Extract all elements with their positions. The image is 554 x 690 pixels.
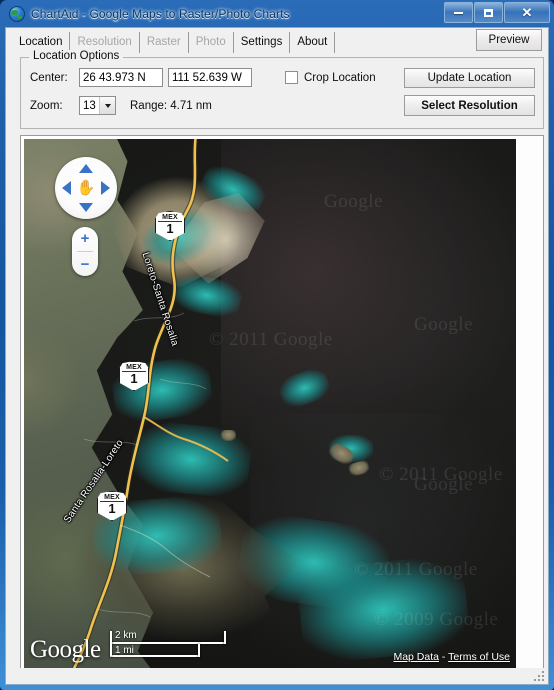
tab-resolution-label: Resolution xyxy=(77,36,132,48)
google-logo: Google xyxy=(30,636,101,663)
route-shield-route: MEX xyxy=(162,213,178,221)
center-label: Center: xyxy=(30,72,68,84)
satellite-imagery: Google © 2011 Google Google © 2011 Googl… xyxy=(24,139,516,668)
tab-photo-label: Photo xyxy=(195,36,226,48)
scale-km-label: 2 km xyxy=(115,630,137,641)
window-frame: ChartAid - Google Maps to Raster/Photo C… xyxy=(0,0,554,690)
pan-up-icon[interactable] xyxy=(79,164,93,173)
minimize-button[interactable] xyxy=(444,2,473,23)
location-options-group: Location Options Center: 26 43.973 N 111… xyxy=(20,50,544,129)
center-longitude-input[interactable]: 111 52.639 W xyxy=(168,68,252,87)
map-attribution: Map Data - Terms of Use xyxy=(393,651,510,663)
attribution-separator: - xyxy=(438,651,449,663)
chevron-down-icon[interactable] xyxy=(99,97,115,114)
google-watermark: © 2009 Google xyxy=(374,609,499,630)
application-window: ChartAid - Google Maps to Raster/Photo C… xyxy=(0,0,554,690)
tab-location-label: Location xyxy=(19,36,63,48)
maximize-button[interactable] xyxy=(474,2,503,23)
google-watermark: © 2011 Google xyxy=(354,559,478,580)
scale-mi-label: 1 mi xyxy=(115,645,134,656)
zoom-out-button[interactable]: − xyxy=(81,253,90,275)
crop-location-checkbox-box[interactable] xyxy=(285,71,298,84)
crop-location-label: Crop Location xyxy=(304,71,376,84)
tab-settings[interactable]: Settings xyxy=(234,32,291,53)
tab-raster: Raster xyxy=(140,32,189,53)
tab-photo: Photo xyxy=(189,32,234,53)
preview-button[interactable]: Preview xyxy=(476,29,542,51)
google-watermark: Google xyxy=(414,314,473,335)
google-watermark: © 2011 Google xyxy=(209,329,333,350)
center-latitude-input[interactable]: 26 43.973 N xyxy=(79,68,163,87)
resize-grip[interactable] xyxy=(533,670,544,681)
update-location-button[interactable]: Update Location xyxy=(404,68,535,88)
tab-raster-label: Raster xyxy=(146,36,181,48)
route-shield-number: 1 xyxy=(130,371,138,386)
window-client-area: Location Resolution Raster Photo Setting… xyxy=(5,27,549,685)
zoom-label: Zoom: xyxy=(30,100,63,112)
route-shield-number: 1 xyxy=(166,221,174,236)
tab-about-label: About xyxy=(297,36,328,48)
window-title: ChartAid - Google Maps to Raster/Photo C… xyxy=(31,6,290,21)
tab-about[interactable]: About xyxy=(290,32,336,53)
route-shield-mex1: MEX 1 xyxy=(97,491,127,521)
range-text: Range: 4.71 nm xyxy=(130,100,212,112)
map-view[interactable]: Google © 2011 Google Google © 2011 Googl… xyxy=(24,139,516,668)
globe-icon xyxy=(9,5,25,22)
google-watermark: Google xyxy=(324,191,383,212)
map-right-gutter xyxy=(517,136,543,677)
hand-icon[interactable]: ✋ xyxy=(77,181,96,196)
route-shield-route: MEX xyxy=(126,363,142,371)
pan-left-icon[interactable] xyxy=(62,181,71,195)
route-shield-mex1: MEX 1 xyxy=(155,211,185,241)
pan-right-icon[interactable] xyxy=(101,181,110,195)
crop-location-checkbox[interactable]: Crop Location xyxy=(285,71,376,84)
location-options-title: Location Options xyxy=(29,50,124,62)
zoom-value: 13 xyxy=(83,99,96,112)
road-network xyxy=(71,139,229,668)
window-controls: ✕ xyxy=(444,2,550,23)
zoom-select[interactable]: 13 xyxy=(79,96,116,115)
zoom-in-button[interactable]: + xyxy=(81,228,90,250)
close-button[interactable]: ✕ xyxy=(504,2,550,23)
status-bar xyxy=(6,668,548,684)
pan-down-icon[interactable] xyxy=(79,203,93,212)
map-data-link[interactable]: Map Data xyxy=(393,651,439,663)
title-bar: ChartAid - Google Maps to Raster/Photo C… xyxy=(0,0,554,27)
scale-bar: 2 km 1 mi xyxy=(110,630,226,657)
tab-settings-label: Settings xyxy=(240,36,283,48)
route-shield-mex1: MEX 1 xyxy=(119,361,149,391)
pan-control[interactable]: ✋ xyxy=(55,157,117,219)
select-resolution-button[interactable]: Select Resolution xyxy=(404,95,535,116)
zoom-control[interactable]: + − xyxy=(72,227,98,276)
map-panel: Google © 2011 Google Google © 2011 Googl… xyxy=(20,135,544,678)
route-shield-number: 1 xyxy=(108,501,116,516)
google-watermark: Google xyxy=(414,474,473,495)
route-shield-route: MEX xyxy=(104,493,120,501)
zoom-divider xyxy=(77,250,93,252)
terms-of-use-link[interactable]: Terms of Use xyxy=(448,651,510,663)
